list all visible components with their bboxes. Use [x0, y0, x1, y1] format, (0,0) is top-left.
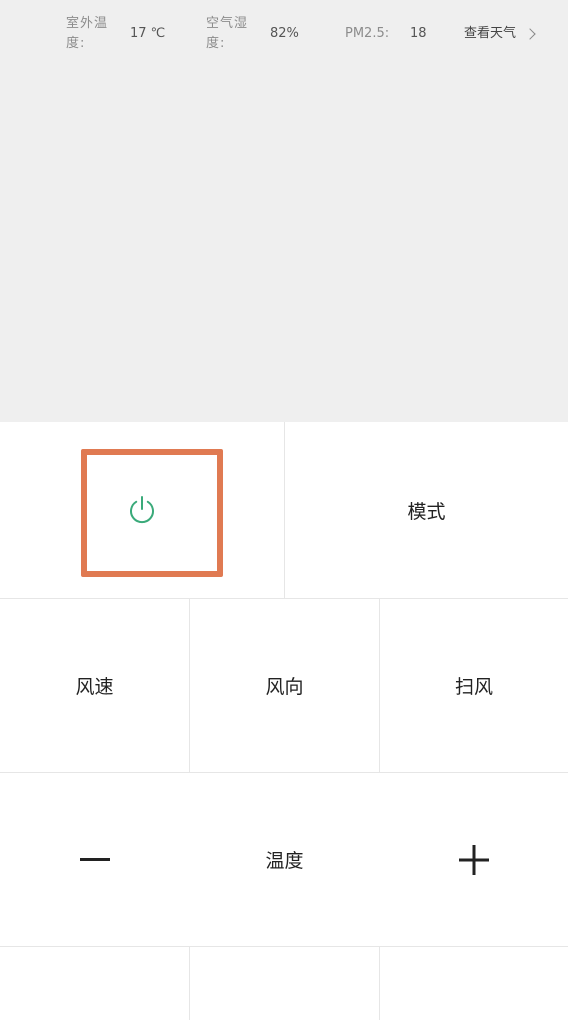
- divider: [284, 422, 285, 598]
- temperature-increase-button[interactable]: [380, 773, 568, 946]
- chevron-right-icon: [524, 28, 536, 40]
- divider: [189, 947, 190, 1020]
- temperature-label-cell: 温度: [190, 773, 379, 946]
- fan-speed-button[interactable]: 风速: [0, 599, 189, 772]
- temperature-decrease-button[interactable]: [0, 773, 189, 946]
- divider: [189, 599, 190, 772]
- divider: [379, 599, 380, 772]
- empty-cell: [0, 947, 189, 1020]
- fan-direction-button[interactable]: 风向: [190, 599, 379, 772]
- mode-button[interactable]: 模式: [285, 422, 568, 598]
- device-display-area: [0, 70, 568, 422]
- view-weather-link[interactable]: 查看天气: [464, 24, 536, 44]
- divider: [379, 947, 380, 1020]
- pm25-value: 18: [410, 26, 427, 41]
- mode-label: 模式: [407, 500, 446, 523]
- humidity-value: 82%: [270, 26, 299, 41]
- power-icon: [130, 496, 154, 524]
- power-button[interactable]: [0, 422, 284, 598]
- control-panel: 模式 风速 风向 扫风 温度: [0, 422, 568, 1020]
- view-weather-label: 查看天气: [464, 26, 517, 41]
- pm25-label: PM2.5:: [345, 26, 390, 41]
- humidity-label: 空气湿度:: [206, 16, 249, 51]
- outdoor-temp-value: 17 ℃: [130, 26, 166, 41]
- swing-button[interactable]: 扫风: [380, 599, 568, 772]
- empty-cell: [380, 947, 568, 1020]
- divider: [0, 946, 568, 947]
- divider: [0, 598, 568, 599]
- fan-speed-label: 风速: [75, 676, 114, 698]
- fan-direction-label: 风向: [265, 676, 304, 698]
- temperature-label: 温度: [265, 850, 304, 872]
- swing-label: 扫风: [454, 676, 493, 698]
- empty-cell: [190, 947, 379, 1020]
- outdoor-temp-label: 室外温度:: [66, 16, 109, 51]
- minus-icon: [79, 857, 110, 861]
- plus-icon: [459, 844, 489, 875]
- divider: [0, 772, 568, 773]
- weather-bar: 室外温度: 17 ℃ 空气湿度: 82% PM2.5: 18 查看天气: [0, 0, 568, 70]
